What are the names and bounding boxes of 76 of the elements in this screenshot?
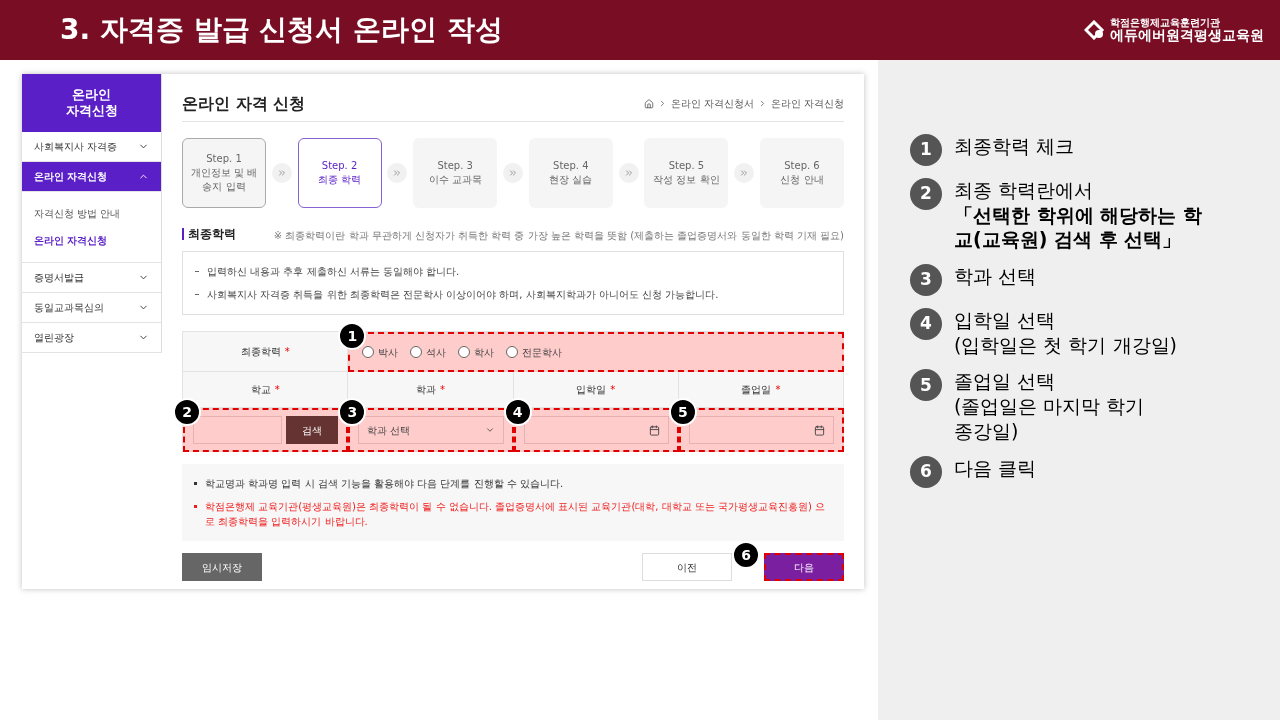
step-number: 1	[910, 134, 942, 166]
radio-label: 학사	[474, 345, 495, 360]
required-mark: *	[284, 345, 290, 359]
field-label: 학교 *	[183, 372, 349, 408]
number-marker: 1	[338, 322, 367, 350]
sidebar-item[interactable]: 온라인 자격신청	[22, 162, 161, 192]
radio-button[interactable]	[410, 346, 423, 358]
logo-icon	[1084, 20, 1106, 40]
sidebar-subitem[interactable]: 자격신청 방법 안내	[22, 200, 161, 227]
radio-label: 석사	[426, 345, 447, 360]
field-label: 최종학력 *	[183, 332, 349, 372]
required-mark: *	[274, 383, 280, 397]
sidebar-subitem[interactable]: 온라인 자격신청	[22, 227, 161, 254]
step-number: 3	[910, 264, 942, 297]
step-box: Step. 6 신청 안내	[759, 138, 844, 208]
notice-text: 사회복지사 자격증 취득을 위한 최종학력은 전문학사 이상이어야 하며, 사회복지학과가 아니어도 신청 가능합니다.	[207, 288, 719, 302]
tip-text: 학점은행제 교육기관(평생교육원)은 최종학력이 될 수 없습니다. 졸업증명서에 표시된 교육기관(대학, 대학교 또는 국가평생교육진흥원) 으로 최종학력을 입력하시기 바랍니다.	[205, 500, 827, 529]
slide-title: 3. 자격증 발급 신청서 온라인 작성	[60, 12, 503, 48]
school-input[interactable]	[193, 416, 283, 444]
radio-label: 박사	[378, 345, 399, 360]
step-box: Step. 2 최종 학력	[297, 138, 382, 208]
tip-text: 학교명과 학과명 입력 시 검색 기능을 활용해야 다음 단계를 진행할 수 있습니다.	[205, 477, 564, 491]
instruction-text: 졸업일 선택 (졸업일은 마지막 학기 종강일)	[954, 369, 1145, 444]
instruction-text: 최종학력 체크	[954, 134, 1075, 159]
instruction-text: 다음 클릭	[954, 455, 1037, 481]
dash-bullet-icon	[195, 294, 199, 295]
field-label: 학과 *	[348, 372, 514, 408]
section-title: 최종학력	[182, 228, 236, 240]
radio-button[interactable]	[362, 346, 375, 358]
field-label: 입학일 *	[513, 372, 679, 408]
section-note: ※ 최종학력이란 학과 무관하게 신청자가 취득한 학력 중 가장 높은 학력을 뜻함 (제출하는 졸업증명서와 동일한 학력 기재 필요)	[273, 229, 844, 243]
step-number: 2	[910, 178, 942, 210]
next-button[interactable]: 다음	[764, 553, 844, 581]
radio-label: 전문학사	[522, 345, 563, 360]
required-mark: *	[439, 383, 445, 397]
breadcrumb-link[interactable]: 온라인 자격신청	[770, 96, 844, 111]
search-button[interactable]: 검색	[286, 416, 339, 444]
chevron-down-icon	[484, 425, 495, 435]
required-mark: *	[610, 383, 616, 397]
page-title: 온라인 자격 신청	[182, 92, 306, 115]
logo-tagline: 학점은행제교육훈련기관	[1110, 18, 1221, 28]
bullet-icon	[194, 505, 197, 508]
logo-name: 에듀에버원격평생교육원	[1110, 28, 1264, 42]
step-box: Step. 4 현장 실습	[528, 138, 613, 208]
department-select[interactable]: 학과 선택	[358, 416, 504, 444]
step-box: Step. 5 작성 정보 확인	[644, 138, 729, 208]
step-number: 4	[910, 308, 942, 341]
step-box: Step. 3 이수 교과목	[413, 138, 498, 208]
date-field[interactable]	[688, 416, 834, 444]
required-mark: *	[775, 383, 781, 397]
breadcrumb-link[interactable]: 온라인 자격신청서	[670, 96, 754, 111]
date-field[interactable]	[523, 416, 669, 444]
sidebar-title: 온라인	[72, 86, 111, 103]
calendar-icon	[814, 424, 825, 436]
radio-button[interactable]	[458, 346, 471, 358]
number-marker: 6	[732, 541, 760, 569]
sidebar-title: 자격신청	[65, 103, 118, 120]
instruction-text: 입학일 선택 (입학일은 첫 학기 개강일)	[954, 308, 1177, 358]
step-number: 5	[910, 369, 942, 402]
bullet-icon	[194, 482, 197, 485]
dash-bullet-icon	[195, 271, 199, 272]
sidebar-item[interactable]: 열린광장	[22, 323, 161, 353]
step-box: Step. 1 개인정보 및 배송지 입력	[182, 138, 266, 208]
number-marker: 2	[173, 398, 201, 426]
sidebar-item[interactable]: 동일교과목심의	[22, 293, 161, 323]
step-number: 6	[910, 455, 942, 488]
radio-button[interactable]	[506, 346, 519, 358]
temp-save-button[interactable]: 임시저장	[182, 553, 262, 581]
notice-text: 입력하신 내용과 추후 제출하신 서류는 동일해야 합니다.	[207, 265, 460, 279]
home-icon[interactable]	[643, 98, 654, 109]
instruction-text: 학과 선택	[954, 264, 1037, 289]
field-label: 졸업일 *	[678, 372, 844, 408]
instruction-text: 최종 학력란에서 「선택한 학위에 해당하는 학교(교육원) 검색 후 선택」	[954, 178, 1203, 253]
calendar-icon	[648, 424, 660, 436]
sidebar-item[interactable]: 증명서발급	[22, 263, 161, 293]
previous-button[interactable]: 이전	[642, 553, 732, 581]
